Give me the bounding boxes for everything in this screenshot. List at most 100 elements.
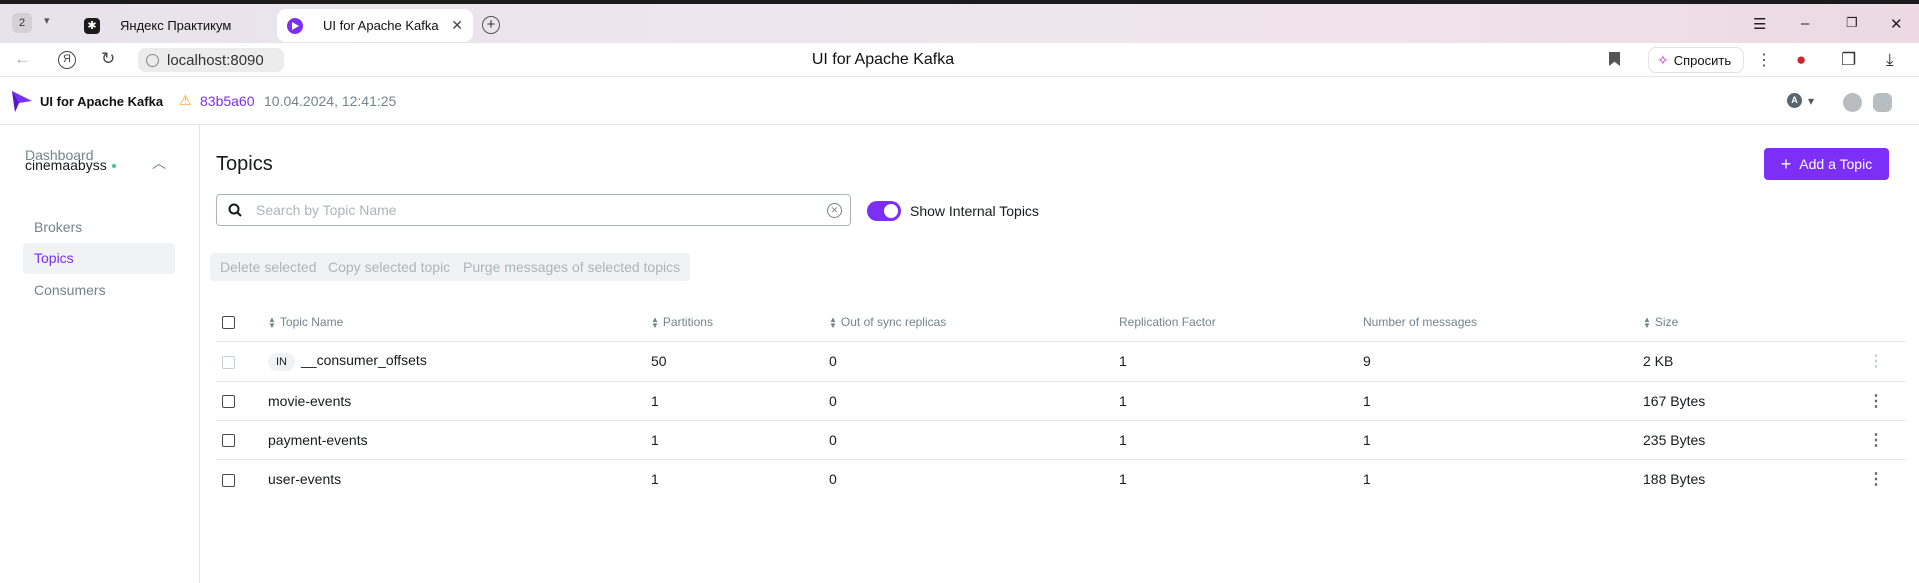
collections-icon[interactable]: ❐ — [1841, 50, 1856, 70]
restore-icon[interactable]: ❐ — [1846, 15, 1858, 31]
row-select-cell — [216, 341, 268, 382]
row-actions-cell: ⋮ — [1846, 341, 1906, 382]
more-vertical-icon[interactable]: ⋮ — [1868, 432, 1884, 449]
tab-counter[interactable]: 2 — [12, 13, 32, 33]
messages-cell: 9 — [1363, 341, 1643, 382]
topic-name[interactable]: user-events — [268, 471, 341, 487]
row-actions-cell: ⋮ — [1846, 381, 1906, 421]
col-out-of-sync[interactable]: ▲ ▼ Out of sync replicas — [829, 303, 1119, 342]
row-checkbox[interactable] — [222, 473, 235, 487]
col-actions — [1846, 303, 1906, 342]
col-label: Number of messages — [1363, 314, 1478, 329]
more-vertical-icon: ⋮ — [1868, 353, 1884, 370]
topic-name-cell[interactable]: payment-events — [268, 420, 651, 460]
browser-tab-kafka[interactable]: UI for Apache Kafka ✕ — [277, 9, 473, 42]
plus-icon: + — [1780, 154, 1792, 174]
browser-address-bar: ← Я ↻ localhost:8090 UI for Apache Kafka… — [0, 43, 1919, 77]
show-internal-topics-toggle[interactable] — [867, 201, 901, 221]
out-of-sync-cell: 0 — [829, 470, 837, 487]
download-icon[interactable]: ⤓ — [1886, 50, 1894, 70]
chevron-up-icon[interactable]: ︿ — [152, 153, 166, 173]
row-checkbox[interactable] — [222, 395, 235, 409]
topic-name-cell[interactable]: IN __consumer_offsets — [268, 341, 651, 382]
size-cell: 167 Bytes — [1643, 381, 1846, 421]
partitions-cell: 1 — [651, 381, 829, 421]
kafka-ui-logo-icon[interactable] — [10, 89, 34, 113]
search-topic-field[interactable]: ✕ — [216, 194, 851, 226]
col-topic-name[interactable]: ▲ ▼ Topic Name — [268, 303, 651, 342]
kafka-ui-favicon-icon — [287, 17, 303, 34]
col-label: Size — [1654, 314, 1679, 329]
browser-tab-bar: 2 ▾ ✱ Яндекс Практикум UI for Apache Kaf… — [0, 0, 1919, 43]
topic-name-cell[interactable]: movie-events — [268, 381, 651, 421]
menu-icon[interactable]: ☰ — [1753, 15, 1766, 33]
toggle-label: Show Internal Topics — [910, 203, 1039, 219]
clear-search-icon[interactable]: ✕ — [827, 203, 842, 218]
out-of-sync-cell: 0 — [829, 420, 1119, 460]
sidebar-cluster[interactable]: cinemaabyss — [25, 157, 116, 173]
brand-name[interactable]: UI for Apache Kafka — [40, 94, 163, 109]
row-select-cell — [216, 459, 268, 498]
close-window-icon[interactable]: ✕ — [1890, 15, 1903, 33]
sidebar-item-consumers[interactable]: Consumers — [34, 282, 106, 298]
user-menu[interactable]: A ▾ — [1787, 93, 1814, 108]
discord-icon[interactable] — [1873, 93, 1892, 112]
github-icon[interactable] — [1843, 93, 1862, 112]
purge-messages-button[interactable]: Purge messages of selected topics — [453, 253, 691, 281]
topic-name[interactable]: __consumer_offsets — [301, 352, 427, 368]
minimize-icon[interactable]: – — [1801, 15, 1809, 32]
size-cell: 2 KB — [1643, 341, 1846, 382]
warning-icon: ⚠ — [179, 92, 192, 108]
main-content: Topics + Add a Topic ✕ Show Internal Top… — [200, 125, 1919, 583]
row-actions-cell: ⋮ — [1846, 420, 1906, 460]
app-header: UI for Apache Kafka ⚠ 83b5a60 10.04.2024… — [0, 77, 1919, 125]
table-row[interactable]: movie-events 1 0 1 1 167 Bytes ⋮ — [216, 381, 1906, 421]
col-size[interactable]: ▲ ▼ Size — [1643, 303, 1846, 342]
ask-alice-button[interactable]: ✧ Спросить — [1648, 47, 1744, 73]
row-actions-cell: ⋮ — [1846, 459, 1906, 498]
col-number-of-messages: Number of messages — [1363, 303, 1643, 342]
sort-icon: ▲ ▼ — [1643, 314, 1651, 330]
table-row[interactable]: payment-events 1 0 1 1 235 Bytes ⋮ — [216, 420, 1906, 460]
topic-name-cell[interactable]: user-events — [268, 459, 651, 498]
new-tab-button[interactable]: + — [482, 16, 500, 34]
row-checkbox — [222, 355, 235, 369]
out-of-sync-cell: 0 — [829, 381, 1119, 421]
close-tab-icon[interactable]: ✕ — [451, 17, 463, 34]
sort-icon: ▲ ▼ — [268, 314, 276, 330]
more-vertical-icon[interactable]: ⋮ — [1868, 393, 1884, 410]
out-of-sync-cell: 0 — [829, 341, 1119, 382]
row-select-cell — [216, 381, 268, 421]
messages-cell: 1 — [1363, 381, 1643, 421]
copy-selected-topic-button[interactable]: Copy selected topic — [318, 253, 461, 281]
sidebar-item-topics[interactable]: Topics — [34, 250, 74, 266]
row-checkbox[interactable] — [222, 434, 235, 448]
col-label: Topic Name — [279, 314, 344, 329]
replication-cell: 1 — [1119, 381, 1363, 421]
table-row[interactable]: IN __consumer_offsets 50 0 1 9 2 KB ⋮ — [216, 341, 1906, 382]
topic-name[interactable]: movie-events — [268, 393, 351, 409]
sort-icon: ▲ ▼ — [651, 314, 659, 330]
topic-name[interactable]: payment-events — [268, 432, 368, 448]
select-all-checkbox[interactable] — [222, 315, 235, 329]
search-input[interactable] — [254, 201, 814, 219]
tab-label: Яндекс Практикум — [120, 18, 232, 33]
add-topic-label: Add a Topic — [1799, 156, 1873, 172]
browser-tab-yandex[interactable]: ✱ Яндекс Практикум — [76, 9, 276, 42]
commit-link[interactable]: 83b5a60 — [200, 93, 255, 109]
table-row[interactable]: user-events 1 0 1 1 188 Bytes ⋮ — [216, 459, 1906, 498]
search-icon — [228, 203, 242, 217]
partitions-cell: 1 — [651, 470, 659, 487]
messages-cell: 1 — [1363, 470, 1371, 487]
more-vertical-icon[interactable]: ⋮ — [1868, 471, 1884, 488]
chevron-down-icon: ▾ — [1808, 93, 1815, 108]
row-select-cell — [216, 420, 268, 460]
add-topic-button[interactable]: + Add a Topic — [1764, 148, 1889, 180]
col-partitions[interactable]: ▲ ▼ Partitions — [651, 303, 829, 342]
chevron-down-icon[interactable]: ▾ — [44, 14, 50, 27]
extension-icon[interactable]: ● — [1796, 50, 1806, 70]
sidebar-item-brokers[interactable]: Brokers — [34, 219, 82, 235]
more-vertical-icon[interactable]: ⋮ — [1756, 50, 1772, 70]
col-replication-factor: Replication Factor — [1119, 303, 1363, 342]
replication-cell: 1 — [1119, 420, 1363, 460]
